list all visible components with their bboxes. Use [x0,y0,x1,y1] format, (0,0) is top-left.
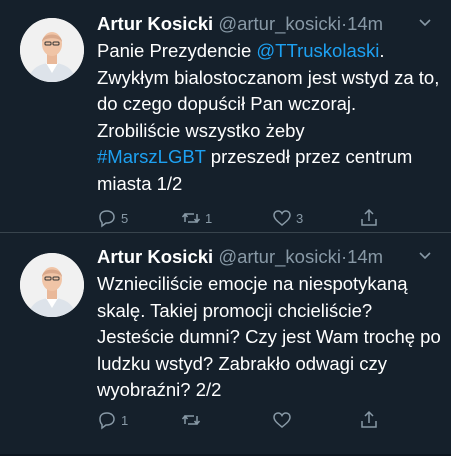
author-handle[interactable]: @artur_kosicki [218,246,341,267]
tweet[interactable]: Artur Kosicki @artur_kosicki·14m Panie P… [0,0,451,233]
tweet-header: Artur Kosicki @artur_kosicki·14m [97,243,383,271]
author-handle[interactable]: @artur_kosicki [218,13,341,34]
mention-link[interactable]: @TTruskolaski [256,40,379,61]
share-icon [361,410,377,428]
reply-button[interactable]: 1 [97,409,128,431]
retweet-count: 1 [205,210,213,226]
tweet-header: Artur Kosicki @artur_kosicki·14m [97,10,383,38]
author-name[interactable]: Artur Kosicki [97,13,213,34]
reply-icon [99,412,115,430]
hashtag-link[interactable]: #MarszLGBT [97,146,206,167]
share-button[interactable] [359,207,379,229]
author-name[interactable]: Artur Kosicki [97,246,213,267]
reply-button[interactable]: 5 [97,207,128,229]
retweet-icon [181,212,201,224]
like-count: 3 [296,210,304,226]
chevron-down-icon[interactable] [418,249,432,263]
reply-icon [99,210,115,228]
chevron-down-icon[interactable] [418,16,432,30]
like-icon [273,412,291,428]
like-button[interactable] [272,409,296,431]
like-icon [273,210,291,226]
tweet-actions: 1 [97,409,397,431]
timestamp[interactable]: 14m [347,246,383,267]
retweet-icon [181,414,201,426]
reply-count: 1 [121,412,129,428]
share-icon [361,208,377,226]
retweet-button[interactable]: 1 [181,207,212,229]
avatar[interactable] [20,18,84,82]
tweet-text: Wznieciliście emocje na niespotykaną ska… [97,273,441,400]
tweet[interactable]: Artur Kosicki @artur_kosicki·14m Wznieci… [0,233,451,456]
tweet-text-part: Panie Prezydencie [97,40,257,61]
like-button[interactable]: 3 [272,207,303,229]
retweet-button[interactable] [181,409,205,431]
avatar[interactable] [20,253,84,317]
tweet-actions: 5 1 3 [97,207,397,229]
share-button[interactable] [359,409,379,431]
timestamp[interactable]: 14m [347,13,383,34]
reply-count: 5 [121,210,129,226]
tweet-text: Panie Prezydencie @TTruskolaski. Zwykłym… [97,38,442,197]
